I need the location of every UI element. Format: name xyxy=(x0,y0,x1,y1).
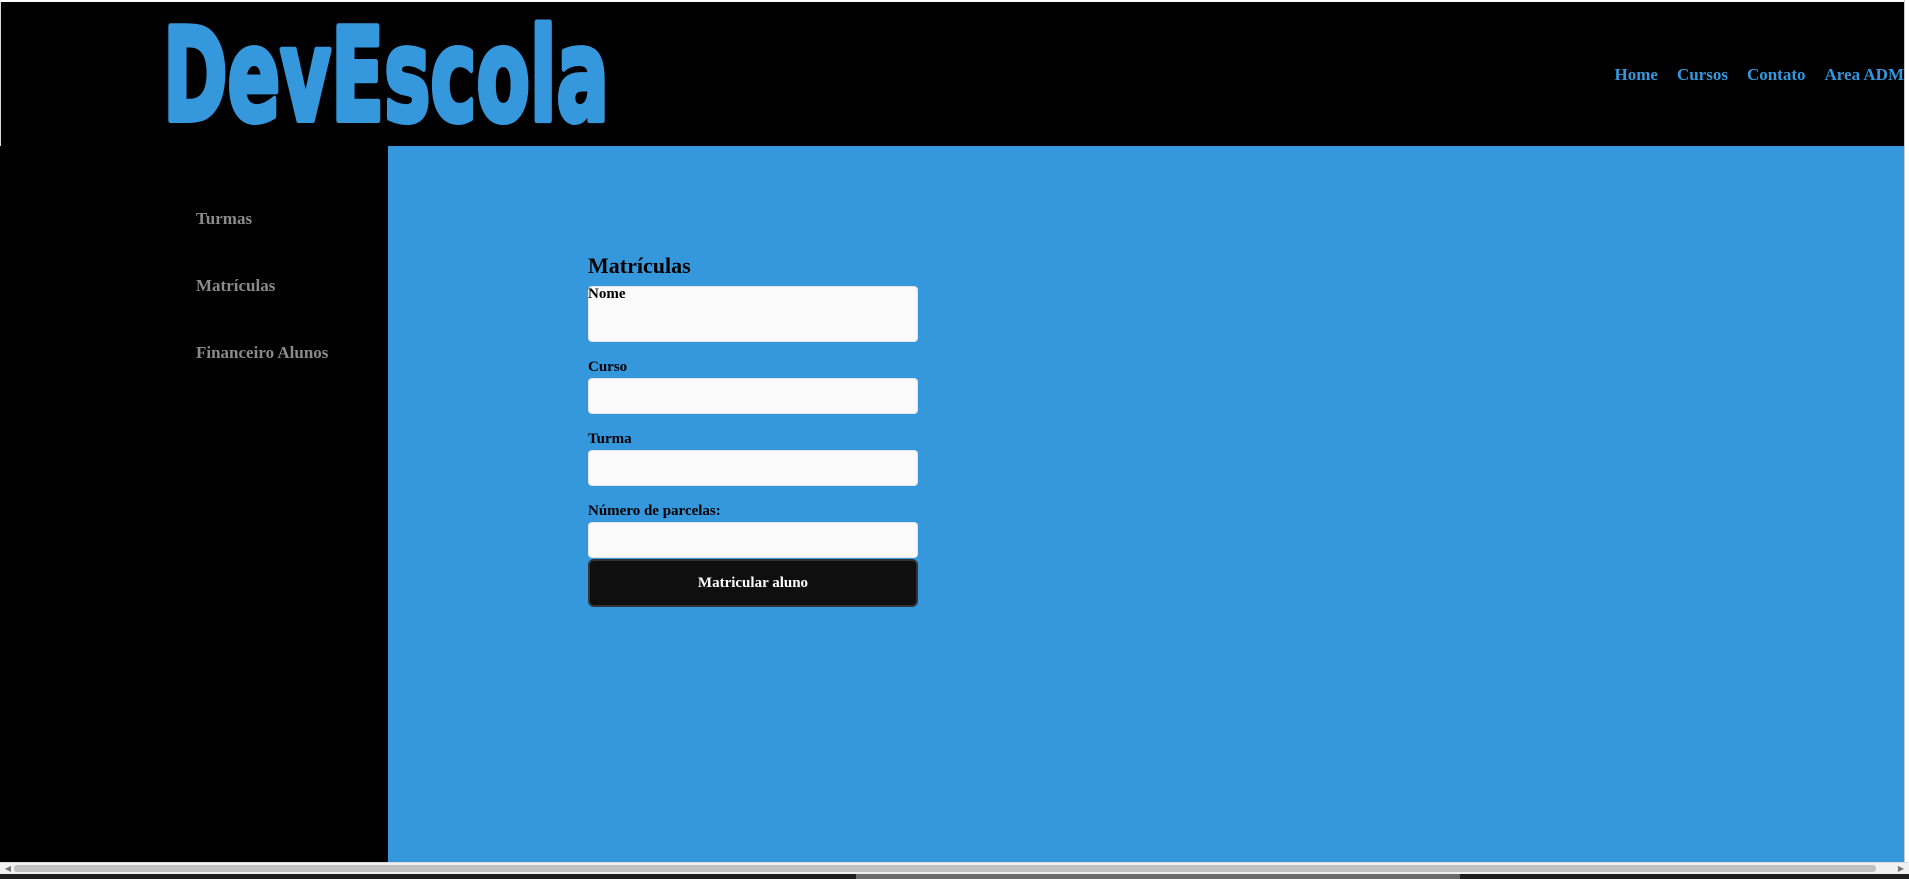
nome-label: Nome xyxy=(588,286,626,302)
top-nav: Home Cursos Contato Area ADM xyxy=(1615,65,1905,85)
nav-home[interactable]: Home xyxy=(1615,65,1658,85)
scrollbar-thumb[interactable] xyxy=(14,865,1876,872)
field-curso: Curso xyxy=(588,359,918,414)
curso-input[interactable] xyxy=(588,378,918,414)
nav-area-adm[interactable]: Area ADM xyxy=(1825,65,1904,85)
bottom-bar xyxy=(0,874,1909,879)
turma-input[interactable] xyxy=(588,450,918,486)
nav-contato[interactable]: Contato xyxy=(1747,65,1806,85)
header: DevEscola Home Cursos Contato Area ADM xyxy=(0,0,1904,146)
enrollment-form: Matrículas Nome Curso Turma Número de pa… xyxy=(588,251,918,607)
form-title: Matrículas xyxy=(588,253,691,278)
sidebar: Turmas Matrículas Financeiro Alunos xyxy=(0,146,388,862)
page: DevEscola Home Cursos Contato Area ADM T… xyxy=(0,0,1909,879)
sidebar-item-financeiro-alunos[interactable]: Financeiro Alunos xyxy=(196,343,328,363)
nav-cursos[interactable]: Cursos xyxy=(1677,65,1728,85)
horizontal-scrollbar[interactable]: ◀ ▶ xyxy=(0,862,1909,874)
logo[interactable]: DevEscola xyxy=(163,2,623,132)
sidebar-item-turmas[interactable]: Turmas xyxy=(196,209,252,229)
logo-image: DevEscola xyxy=(163,2,612,132)
sidebar-item-matriculas[interactable]: Matrículas xyxy=(196,276,275,296)
turma-label: Turma xyxy=(588,431,632,447)
window-right-edge-line xyxy=(1904,0,1905,862)
logo-text: DevEscola xyxy=(163,2,609,132)
field-parcelas: Número de parcelas: xyxy=(588,503,918,558)
matricular-aluno-button[interactable]: Matricular aluno xyxy=(588,559,918,607)
main-content: Matrículas Nome Curso Turma Número de pa… xyxy=(388,146,1904,862)
parcelas-input[interactable] xyxy=(588,522,918,558)
parcelas-label: Número de parcelas: xyxy=(588,503,721,519)
curso-label: Curso xyxy=(588,359,628,375)
field-nome: Nome xyxy=(588,286,918,342)
field-turma: Turma xyxy=(588,431,918,486)
bottom-bar-segment xyxy=(856,874,1460,879)
nome-input[interactable] xyxy=(588,286,918,342)
